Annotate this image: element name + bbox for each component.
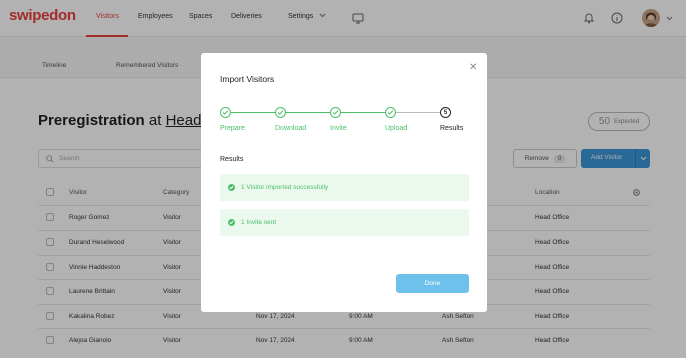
import-stepper: 5 Prepare Download Invite Upload Results [220,107,464,135]
step-upload-icon [385,107,396,118]
result-item: 1 Visitor imported successfully [220,174,469,201]
current-step-number: 5 [443,109,448,116]
step-connector [341,112,385,113]
result-item: 1 Invite sent [220,209,469,236]
step-connector [231,112,275,113]
step-results-icon: 5 [440,107,451,118]
check-icon [228,219,235,226]
results-title: Results [220,156,244,163]
step-download-icon [275,107,286,118]
step-label: Invite [330,125,347,132]
result-text: 1 Visitor imported successfully [241,184,329,191]
close-icon[interactable]: ✕ [469,63,477,73]
check-icon [228,184,235,191]
step-label: Upload [385,125,408,132]
step-label: Download [275,125,307,132]
done-button[interactable]: Done [396,274,469,293]
import-visitors-modal: Import Visitors ✕ 5 Prepare Download Inv… [201,53,487,312]
modal-title: Import Visitors [220,74,275,84]
step-label: Prepare [220,125,245,132]
result-text: 1 Invite sent [241,219,277,226]
step-invite-icon [330,107,341,118]
step-connector [286,112,330,113]
step-label: Results [440,125,464,132]
step-prepare-icon [220,107,231,118]
step-connector [396,112,440,113]
